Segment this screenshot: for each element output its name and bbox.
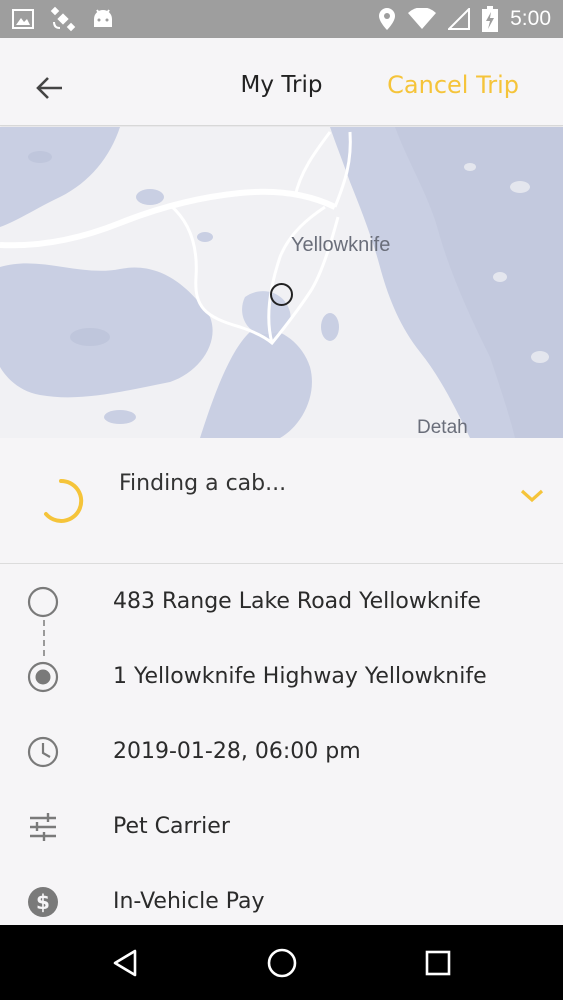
status-bar: 5:00 [0, 0, 563, 38]
map-label-detah: Detah [417, 417, 468, 438]
svg-text:$: $ [36, 890, 50, 914]
clock-icon [27, 736, 59, 768]
app-toolbar: My Trip Cancel Trip [0, 38, 563, 126]
location-pin-icon [378, 7, 396, 31]
chevron-down-icon[interactable] [517, 484, 547, 508]
map-view[interactable]: Yellowknife Detah [0, 127, 563, 438]
android-icon [92, 9, 114, 29]
tune-sliders-icon [30, 813, 56, 841]
dropoff-address-row[interactable]: 1 Yellowknife Highway Yellowknife [0, 652, 563, 702]
payment-method-text: In-Vehicle Pay [113, 889, 265, 914]
wifi-icon [408, 8, 437, 30]
pickup-datetime: 2019-01-28, 06:00 pm [113, 739, 361, 764]
dollar-coin-icon: $ [28, 887, 58, 917]
payment-method-row[interactable]: $ In-Vehicle Pay [0, 877, 563, 927]
pickup-circle-icon [27, 586, 59, 618]
pickup-location-marker[interactable] [270, 283, 293, 306]
dropoff-address: 1 Yellowknife Highway Yellowknife [113, 664, 487, 689]
arrow-left-icon [36, 77, 62, 99]
satellite-icon [50, 6, 76, 32]
route-connector-line [43, 620, 45, 656]
home-circle-icon[interactable] [262, 943, 302, 983]
loading-spinner-icon [44, 478, 84, 523]
pickup-address-row[interactable]: 483 Range Lake Road Yellowknife [0, 577, 563, 627]
screen: 5:00 My Trip Cancel Trip Yellowknife Det… [0, 0, 563, 1000]
back-button[interactable] [28, 66, 72, 110]
pickup-address: 483 Range Lake Road Yellowknife [113, 589, 481, 614]
recents-square-icon[interactable] [418, 943, 458, 983]
battery-charging-icon [482, 6, 499, 32]
clock-time: 5:00 [510, 7, 551, 30]
status-bar-left [12, 6, 114, 32]
trip-options-text: Pet Carrier [113, 814, 230, 839]
cancel-trip-button[interactable]: Cancel Trip [387, 71, 519, 99]
dropoff-target-icon [27, 661, 59, 693]
status-bar-right: 5:00 [378, 6, 551, 32]
image-icon [12, 9, 34, 29]
system-nav-bar [0, 925, 563, 1000]
no-signal-icon [448, 8, 471, 30]
trip-status-message: Finding a cab... [119, 471, 287, 496]
pickup-time-row[interactable]: 2019-01-28, 06:00 pm [0, 727, 563, 777]
trip-options-row[interactable]: Pet Carrier [0, 802, 563, 852]
back-triangle-icon[interactable] [105, 943, 145, 983]
trip-status-panel: Finding a cab... [0, 438, 563, 564]
map-label-yellowknife: Yellowknife [291, 234, 391, 256]
